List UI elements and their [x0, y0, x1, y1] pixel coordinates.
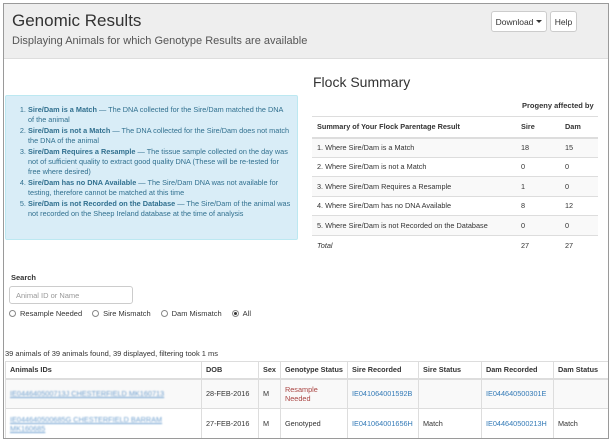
filter-label: Resample Needed — [20, 309, 83, 318]
col-animal-ids: Animals IDs — [5, 361, 202, 380]
dam-link[interactable]: IE044640500301E — [486, 389, 546, 398]
dam-recorded-cell: IE044640500301E — [480, 378, 554, 409]
animal-link[interactable]: IE044640500685G CHESTERFIELD BARRAM MK16… — [10, 415, 162, 433]
legend-item: Sire/Dam is a Match — The DNA collected … — [28, 105, 291, 125]
dam-recorded-cell: IE044640500213H — [480, 408, 554, 438]
dam-link[interactable]: IE044640500213H — [486, 419, 547, 428]
download-button-label: Download — [495, 16, 534, 27]
filter-resample-needed[interactable]: Resample Needed — [9, 309, 82, 318]
search-input[interactable] — [9, 286, 133, 304]
flock-summary-title: Flock Summary — [313, 74, 411, 90]
animal-id-cell: IE044640500713J CHESTERFIELD MK160713 — [5, 378, 202, 409]
col-dam-header: Dam — [560, 116, 598, 139]
dam-status-cell — [552, 378, 608, 409]
filter-label: All — [242, 309, 251, 318]
sire-status-cell — [417, 378, 482, 409]
dam-status-cell: Match — [552, 408, 608, 438]
progeny-header: Progeny affected by — [522, 101, 594, 110]
summary-label: 1. Where Sire/Dam is a Match — [312, 137, 516, 157]
filter-sire-mismatch[interactable]: Sire Mismatch — [92, 309, 151, 318]
summary-sire: 8 — [516, 195, 560, 216]
filter-label: Sire Mismatch — [103, 309, 151, 318]
legend-term: Sire/Dam is not a Match — [28, 126, 111, 135]
col-dam-recorded: Dam Recorded — [480, 361, 554, 380]
caret-down-icon — [536, 20, 543, 23]
summary-total-row: Total 27 27 — [312, 234, 598, 255]
table-row: IE044640500685G CHESTERFIELD BARRAM MK16… — [5, 408, 608, 438]
download-button[interactable]: Download — [491, 11, 547, 32]
summary-row: 5. Where Sire/Dam is not Recorded on the… — [312, 215, 598, 235]
legend-box: Sire/Dam is a Match — The DNA collected … — [5, 95, 298, 240]
summary-total-label: Total — [312, 234, 516, 255]
col-genotype-status: Genotype Status — [279, 361, 348, 380]
animals-table: Animals IDs DOB Sex Genotype Status Sire… — [5, 361, 608, 438]
summary-dam: 0 — [560, 176, 598, 196]
col-dob: DOB — [201, 361, 259, 380]
app-frame: Genomic Results Displaying Animals for w… — [3, 3, 609, 439]
col-sire-recorded: Sire Recorded — [346, 361, 419, 380]
filter-label: Dam Mismatch — [171, 309, 222, 318]
page-header: Genomic Results Displaying Animals for w… — [4, 4, 608, 59]
legend-list: Sire/Dam is a Match — The DNA collected … — [6, 96, 297, 219]
legend-item: Sire/Dam Requires a Resample — The tissu… — [28, 147, 291, 177]
flock-summary-table: Summary of Your Flock Parentage Result S… — [312, 116, 598, 255]
search-label: Search — [11, 273, 37, 282]
sire-link[interactable]: IE041064001592B — [352, 389, 412, 398]
genotype-status-cell: Resample Needed — [279, 378, 348, 409]
summary-dam: 15 — [560, 137, 598, 157]
radio-icon[interactable] — [160, 310, 168, 317]
page-subtitle: Displaying Animals for which Genotype Re… — [12, 35, 308, 47]
col-sire-header: Sire — [516, 116, 560, 139]
sire-recorded-cell: IE041064001592B — [346, 378, 419, 409]
summary-dam: 0 — [560, 215, 598, 235]
legend-term: Sire/Dam is a Match — [28, 105, 97, 114]
summary-total-dam: 27 — [560, 234, 598, 255]
legend-item: Sire/Dam is not a Match — The DNA collec… — [28, 126, 291, 146]
summary-sire: 18 — [516, 137, 560, 157]
help-button[interactable]: Help — [550, 11, 577, 32]
summary-sire: 1 — [516, 176, 560, 196]
filter-dam-mismatch[interactable]: Dam Mismatch — [160, 309, 222, 318]
table-row: IE044640500713J CHESTERFIELD MK160713 28… — [5, 378, 608, 409]
animal-id-cell: IE044640500685G CHESTERFIELD BARRAM MK16… — [5, 408, 202, 438]
summary-label: 3. Where Sire/Dam Requires a Resample — [312, 176, 516, 196]
sex-cell: M — [258, 378, 281, 409]
page-title: Genomic Results — [12, 11, 142, 30]
col-dam-status: Dam Status — [552, 361, 608, 380]
filter-radio-group: Resample Needed Sire Mismatch Dam Mismat… — [9, 309, 261, 318]
legend-term: Sire/Dam has no DNA Available — [28, 178, 137, 187]
sire-link[interactable]: IE041064001656H — [352, 419, 413, 428]
summary-total-sire: 27 — [516, 234, 560, 255]
radio-icon[interactable] — [92, 310, 100, 317]
summary-label: 5. Where Sire/Dam is not Recorded on the… — [312, 215, 516, 235]
summary-label: 2. Where Sire/Dam is not a Match — [312, 156, 516, 177]
legend-term: Sire/Dam Requires a Resample — [28, 147, 136, 156]
summary-row: 2. Where Sire/Dam is not a Match 0 0 — [312, 156, 598, 177]
col-summary-header: Summary of Your Flock Parentage Result — [312, 116, 516, 139]
summary-dam: 12 — [560, 195, 598, 216]
summary-sire: 0 — [516, 156, 560, 177]
result-count: 39 animals of 39 animals found, 39 displ… — [5, 349, 219, 358]
summary-sire: 0 — [516, 215, 560, 235]
summary-row: 1. Where Sire/Dam is a Match 18 15 — [312, 137, 598, 157]
sire-recorded-cell: IE041064001656H — [346, 408, 419, 438]
sire-status-cell: Match — [417, 408, 482, 438]
radio-icon[interactable] — [9, 310, 16, 317]
summary-dam: 0 — [560, 156, 598, 177]
animal-link[interactable]: IE044640500713J CHESTERFIELD MK160713 — [10, 389, 164, 398]
legend-item: Sire/Dam has no DNA Available — The Sire… — [28, 178, 291, 198]
dob-cell: 27-FEB-2016 — [201, 408, 259, 438]
summary-row: 4. Where Sire/Dam has no DNA Available 8… — [312, 195, 598, 216]
dob-cell: 28-FEB-2016 — [201, 378, 259, 409]
col-sex: Sex — [258, 361, 281, 380]
legend-term: Sire/Dam is not Recorded on the Database — [28, 199, 176, 208]
radio-checked-icon[interactable] — [231, 310, 239, 317]
sex-cell: M — [258, 408, 281, 438]
summary-label: 4. Where Sire/Dam has no DNA Available — [312, 195, 516, 216]
filter-all[interactable]: All — [231, 309, 251, 318]
col-sire-status: Sire Status — [417, 361, 482, 380]
summary-row: 3. Where Sire/Dam Requires a Resample 1 … — [312, 176, 598, 196]
genotype-status-cell: Genotyped — [279, 408, 348, 438]
legend-item: Sire/Dam is not Recorded on the Database… — [28, 199, 291, 219]
